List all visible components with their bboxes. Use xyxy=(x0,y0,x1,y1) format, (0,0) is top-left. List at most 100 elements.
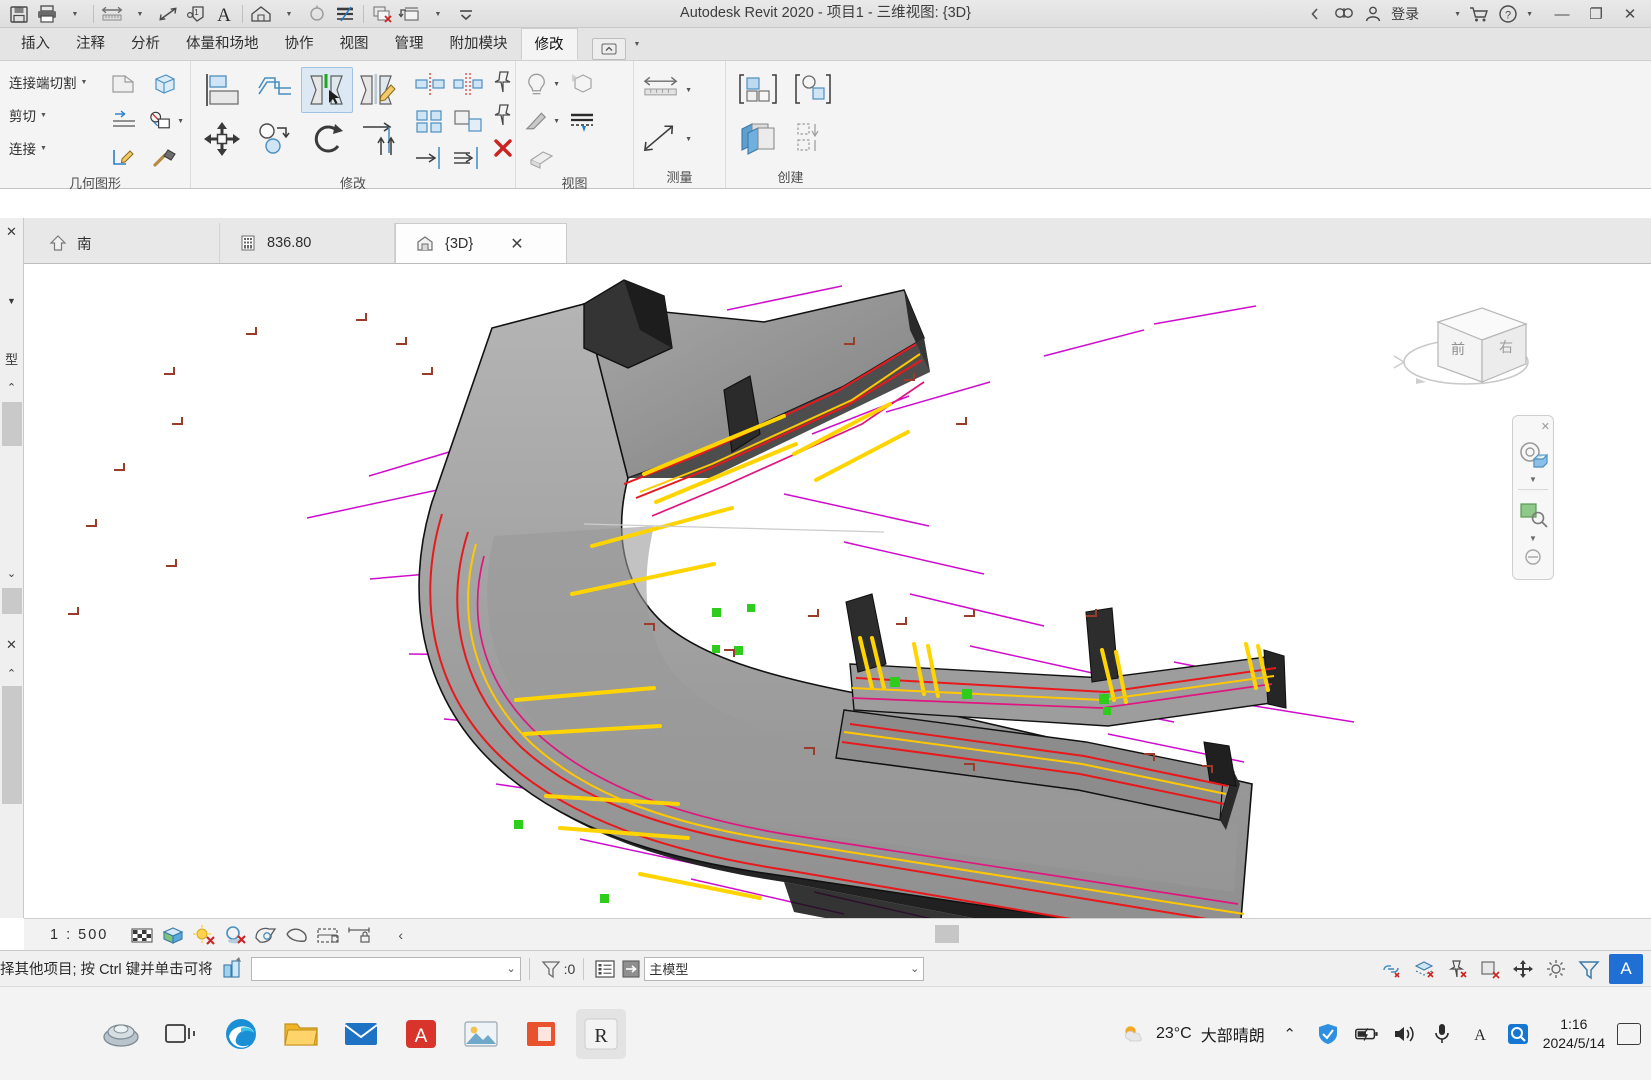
ribbon-tab-massing-site[interactable]: 体量和场地 xyxy=(173,28,272,60)
visual-style-icon[interactable] xyxy=(159,922,187,948)
filter-icon[interactable] xyxy=(1576,956,1602,982)
copy-icon[interactable] xyxy=(249,116,301,162)
settings-gear-icon[interactable] xyxy=(1543,956,1569,982)
measure-between-references-icon[interactable]: ▼ xyxy=(640,67,692,113)
properties-close-button[interactable]: ✕ xyxy=(1,218,23,246)
notification-icon[interactable] xyxy=(1617,1023,1641,1045)
close-icon[interactable]: ✕ xyxy=(1541,420,1550,433)
account-chevron-down-icon[interactable]: ▼ xyxy=(1454,11,1461,18)
select-tools-icon[interactable] xyxy=(219,956,245,982)
restore-button[interactable]: ❐ xyxy=(1581,2,1611,26)
horizontal-scrollbar-thumb[interactable] xyxy=(935,925,959,943)
select-pinned-icon[interactable] xyxy=(1444,956,1470,982)
hide-element-icon[interactable] xyxy=(563,67,601,101)
autodesk-icon[interactable]: A xyxy=(396,1009,446,1059)
rendering-dialog-icon[interactable] xyxy=(252,922,280,948)
ribbon-tab-modify[interactable]: 修改 xyxy=(520,28,578,60)
battery-icon[interactable] xyxy=(1353,1021,1379,1047)
split-element-icon[interactable] xyxy=(411,67,449,101)
chevron-down-icon[interactable]: ⌄ xyxy=(506,962,515,975)
scale-icon[interactable] xyxy=(449,104,487,138)
help-icon[interactable]: ? xyxy=(1497,3,1519,25)
office-icon[interactable] xyxy=(516,1009,566,1059)
pan-icon[interactable] xyxy=(1514,546,1552,568)
align-icon[interactable] xyxy=(197,67,249,113)
clock[interactable]: 1:16 2024/5/14 xyxy=(1543,1015,1605,1053)
edit-family-icon[interactable] xyxy=(787,67,839,113)
crop-view-icon[interactable] xyxy=(283,922,311,948)
task-view-icon[interactable] xyxy=(156,1009,206,1059)
join-button[interactable]: 连接 ▼ xyxy=(6,133,102,163)
shadows-off-icon[interactable] xyxy=(221,922,249,948)
join-end-cut-button[interactable]: 连接端切割 ▼ xyxy=(6,67,102,97)
create-similar-icon[interactable] xyxy=(732,67,784,113)
steering-wheel-chevron-down-icon[interactable]: ▼ xyxy=(1529,475,1537,487)
filter-selection-icon[interactable] xyxy=(538,956,564,982)
zoom-chevron-down-icon[interactable]: ▼ xyxy=(1529,534,1537,546)
project-browser-close-button[interactable]: ✕ xyxy=(1,630,23,660)
trim-multiple-icon[interactable] xyxy=(449,141,487,175)
create-group-icon[interactable] xyxy=(732,116,784,162)
override-graphics-icon[interactable]: ▼ xyxy=(522,104,560,138)
zoom-region-icon[interactable] xyxy=(1514,492,1552,534)
steering-wheel-icon[interactable] xyxy=(1514,433,1552,475)
view-control-expand[interactable]: ‹ xyxy=(398,927,403,943)
select-links-icon[interactable] xyxy=(1378,956,1404,982)
chevron-down-icon[interactable]: ▼ xyxy=(553,118,560,125)
view-tab-3d[interactable]: {3D} ✕ xyxy=(395,223,567,263)
minimize-button[interactable]: — xyxy=(1547,2,1577,26)
status-combo[interactable]: ⌄ xyxy=(250,956,521,981)
ribbon-tab-insert[interactable]: 插入 xyxy=(8,28,63,60)
revit-icon[interactable]: R xyxy=(576,1008,626,1059)
mirror-draw-axis-icon[interactable] xyxy=(353,67,405,113)
trim-single-icon[interactable] xyxy=(411,141,449,175)
mirror-pick-axis-icon[interactable] xyxy=(301,67,353,113)
avatar[interactable]: A xyxy=(1609,954,1643,984)
tray-chevron-up-icon[interactable]: ⌃ xyxy=(1277,1021,1303,1047)
chevron-down-icon[interactable]: ▼ xyxy=(81,79,88,86)
view-cube[interactable]: 前 右 xyxy=(1380,290,1560,400)
ime-icon[interactable]: A xyxy=(1467,1021,1493,1047)
horizontal-scrollbar[interactable] xyxy=(640,921,1540,947)
user-icon[interactable] xyxy=(1362,3,1384,25)
properties-scroll-down[interactable]: ⌄ xyxy=(1,558,23,588)
file-explorer-icon[interactable] xyxy=(276,1009,326,1059)
cart-icon[interactable] xyxy=(1468,3,1490,25)
split-with-gap-icon[interactable] xyxy=(449,67,487,101)
select-by-face-icon[interactable] xyxy=(1477,956,1503,982)
project-browser-collapse-button[interactable]: ⌃ xyxy=(1,660,23,686)
worksets-list-icon[interactable] xyxy=(592,956,618,982)
chevron-down-icon[interactable]: ▼ xyxy=(553,81,560,88)
chevron-down-icon[interactable]: ▼ xyxy=(40,145,47,152)
start-icon[interactable] xyxy=(96,1009,146,1059)
sign-in-label[interactable]: 登录 xyxy=(1391,4,1419,24)
mail-icon[interactable] xyxy=(336,1009,386,1059)
help-chevron-down-icon[interactable]: ▼ xyxy=(1526,11,1533,18)
cut-geometry-icon[interactable] xyxy=(105,67,143,101)
edge-icon[interactable] xyxy=(216,1009,266,1059)
ribbon-tab-manage[interactable]: 管理 xyxy=(382,28,437,60)
ribbon-tab-annotate[interactable]: 注释 xyxy=(63,28,118,60)
chevron-down-icon[interactable]: ▼ xyxy=(40,112,47,119)
security-shield-icon[interactable] xyxy=(1315,1021,1341,1047)
view-tab-836-80[interactable]: 836.80 xyxy=(220,223,395,263)
design-options-icon[interactable] xyxy=(618,956,644,982)
select-underlay-icon[interactable] xyxy=(1411,956,1437,982)
linework-icon[interactable] xyxy=(105,141,143,175)
worksets-combo[interactable]: 主模型 ⌄ xyxy=(644,956,925,981)
chevron-left-icon[interactable] xyxy=(1304,3,1326,25)
ribbon-options-chevron-icon[interactable]: ▼ xyxy=(634,41,641,48)
close-button[interactable]: ✕ xyxy=(1615,2,1645,26)
detail-level-icon[interactable] xyxy=(128,922,156,948)
view-tab-south-elevation[interactable]: 南 xyxy=(30,223,220,263)
cut-button[interactable]: 剪切 ▼ xyxy=(6,100,102,130)
sun-path-off-icon[interactable] xyxy=(190,922,218,948)
type-selector-dropdown[interactable]: ▼ xyxy=(1,280,23,322)
properties-scroll-thumb[interactable] xyxy=(1,402,22,446)
demolish-icon[interactable] xyxy=(146,67,184,101)
ribbon-tab-analyze[interactable]: 分析 xyxy=(118,28,173,60)
array-icon[interactable] xyxy=(411,104,449,138)
lock-3d-view-icon[interactable] xyxy=(345,922,373,948)
beam-join-icon[interactable]: ▼ xyxy=(146,104,184,138)
split-face-icon[interactable] xyxy=(105,104,143,138)
